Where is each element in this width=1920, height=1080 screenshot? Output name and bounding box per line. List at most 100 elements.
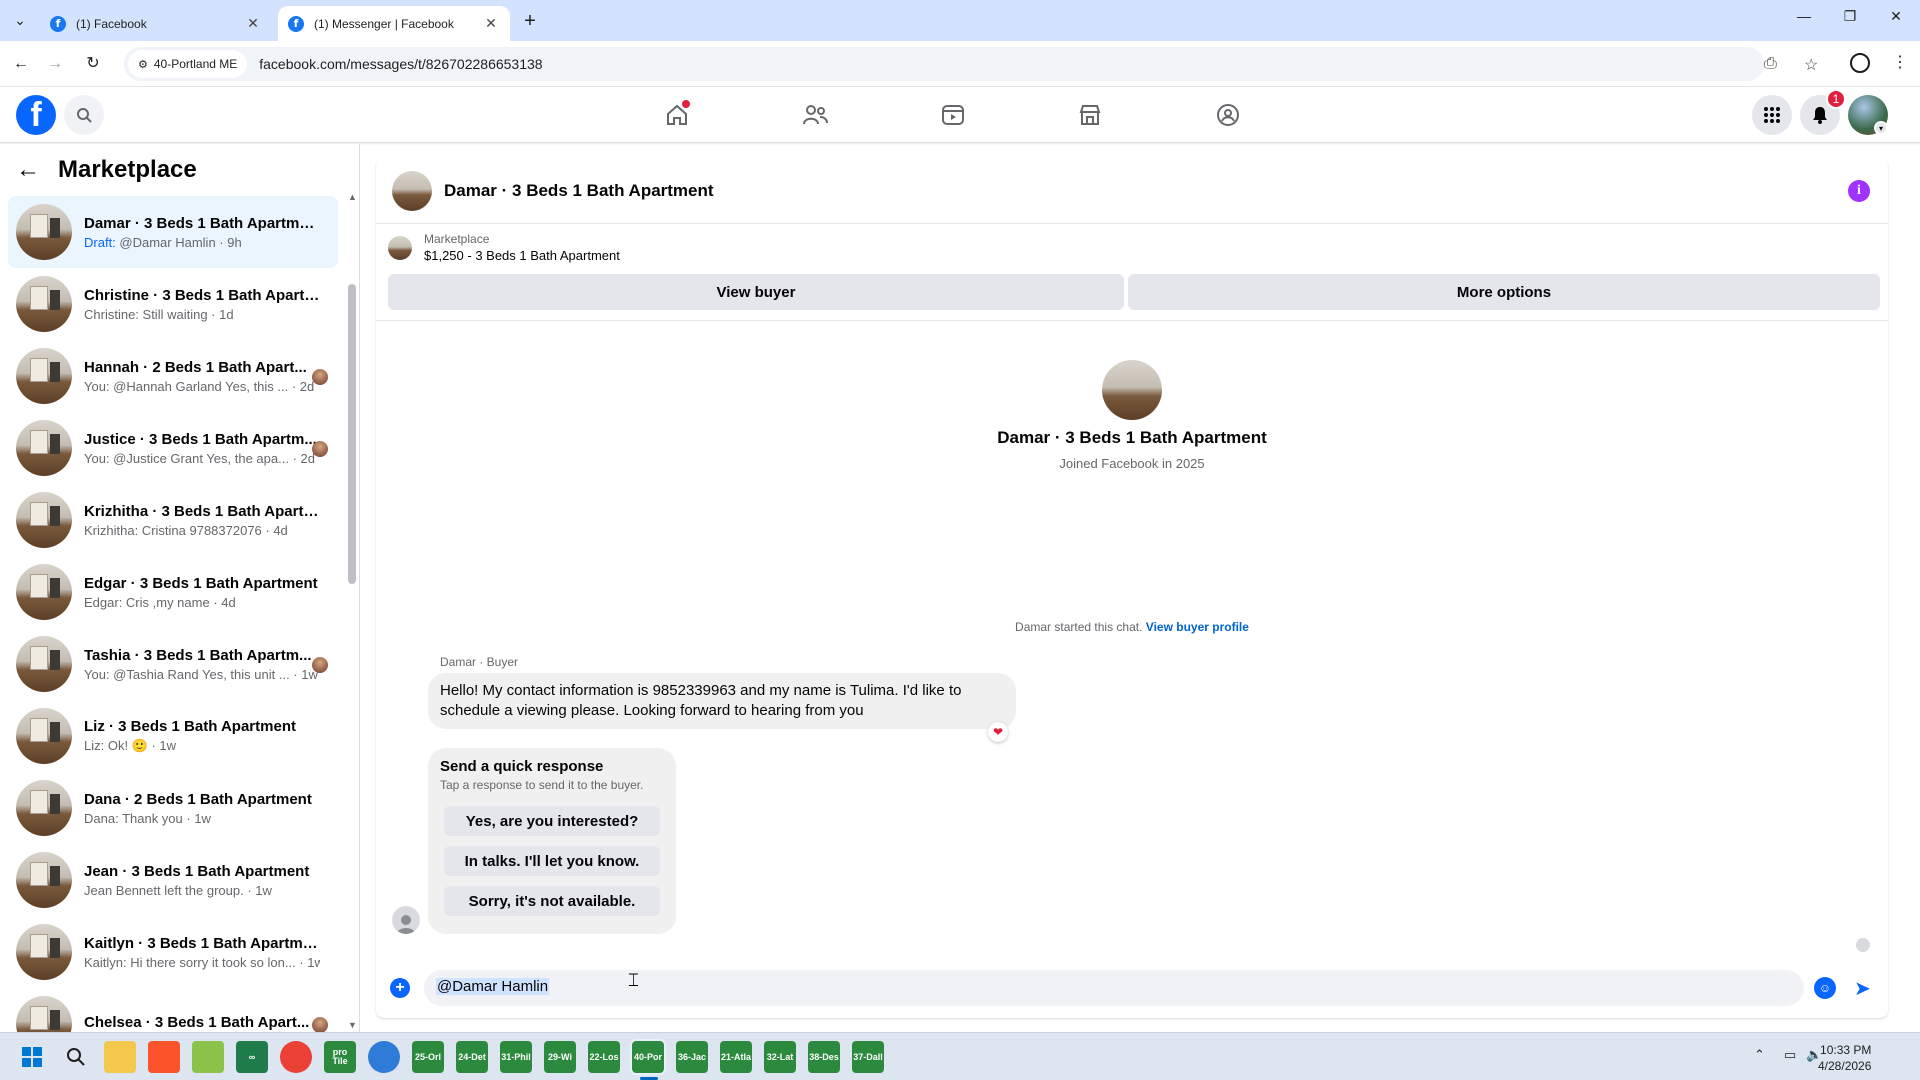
search-icon[interactable] bbox=[60, 1041, 92, 1073]
conversation-item[interactable]: Chelsea · 3 Beds 1 Bath Apart... bbox=[8, 988, 338, 1032]
friends-icon[interactable] bbox=[798, 99, 832, 131]
system-clock[interactable]: 10:33 PM 4/28/2026 bbox=[1818, 1042, 1871, 1074]
sender-label: Damar · Buyer bbox=[440, 655, 519, 669]
brave-browser-icon[interactable] bbox=[148, 1041, 180, 1073]
chrome-icon[interactable] bbox=[280, 1041, 312, 1073]
conversation-item[interactable]: Justice · 3 Beds 1 Bath Apartm... You: @… bbox=[8, 412, 338, 484]
site-info-chip[interactable]: ⚙ 40-Portland ME bbox=[128, 50, 248, 78]
taskbar-app-pro-tile[interactable]: pro Tile bbox=[324, 1041, 356, 1073]
conversation-name: Justice · 3 Beds 1 Bath Apartm... bbox=[84, 430, 317, 448]
new-tab-icon[interactable]: + bbox=[520, 10, 540, 33]
video-icon[interactable] bbox=[936, 99, 970, 131]
taskbar-window[interactable]: 21-Atla bbox=[720, 1041, 752, 1073]
install-app-icon[interactable]: ⎙ bbox=[1764, 55, 1777, 73]
infinity-app-icon[interactable]: ∞ bbox=[236, 1041, 268, 1073]
taskbar-window[interactable]: 32-Lat bbox=[764, 1041, 796, 1073]
sidebar-scrollbar[interactable] bbox=[348, 284, 356, 584]
network-icon[interactable]: ▭ bbox=[1784, 1047, 1796, 1063]
more-options-button[interactable]: More options bbox=[1128, 274, 1880, 310]
home-notification-dot bbox=[682, 100, 690, 108]
search-icon[interactable] bbox=[64, 95, 104, 135]
url-text[interactable]: facebook.com/messages/t/826702286653138 bbox=[259, 56, 542, 72]
taskbar-window-active[interactable]: 40-Por bbox=[630, 1039, 666, 1075]
taskbar-window[interactable]: 24-Det bbox=[456, 1041, 488, 1073]
circle-app-icon[interactable] bbox=[368, 1041, 400, 1073]
home-icon[interactable] bbox=[660, 99, 694, 131]
buyer-avatar[interactable] bbox=[1102, 360, 1162, 420]
taskbar-window[interactable]: 29-Wi bbox=[544, 1041, 576, 1073]
taskbar-window[interactable]: 31-Phil bbox=[500, 1041, 532, 1073]
conversation-item[interactable]: Jean · 3 Beds 1 Bath Apartment Jean Benn… bbox=[8, 844, 338, 916]
scroll-up-icon[interactable]: ▲ bbox=[348, 192, 357, 202]
quick-response-button[interactable]: Yes, are you interested? bbox=[444, 806, 660, 836]
buyer-name: Damar · 3 Beds 1 Bath Apartment bbox=[997, 428, 1267, 447]
view-buyer-profile-link[interactable]: View buyer profile bbox=[1146, 620, 1249, 634]
omnibox[interactable]: ⚙ 40-Portland ME facebook.com/messages/t… bbox=[124, 47, 1818, 81]
conversation-item[interactable]: Dana · 2 Beds 1 Bath Apartment Dana: Tha… bbox=[8, 772, 338, 844]
conversation-item[interactable]: Liz · 3 Beds 1 Bath Apartment Liz: Ok! 🙂… bbox=[8, 700, 338, 772]
conversation-item[interactable]: Christine · 3 Beds 1 Bath Apartm... Chri… bbox=[8, 268, 338, 340]
tray-chevron-up-icon[interactable]: ⌃ bbox=[1754, 1047, 1765, 1063]
send-icon[interactable]: ➤ bbox=[1854, 976, 1871, 1001]
chevron-down-icon[interactable]: ▾ bbox=[1874, 121, 1888, 135]
tab-close-icon[interactable]: ✕ bbox=[244, 15, 262, 32]
minimize-icon[interactable]: — bbox=[1792, 8, 1816, 24]
browser-tab-facebook[interactable]: f (1) Facebook ✕ bbox=[40, 6, 272, 41]
listing-thumbnail bbox=[16, 564, 72, 620]
listing-thumbnail bbox=[388, 235, 412, 260]
quick-response-button[interactable]: In talks. I'll let you know. bbox=[444, 846, 660, 876]
taskbar-window[interactable]: 37-Dall bbox=[852, 1041, 884, 1073]
notepad-icon[interactable] bbox=[192, 1041, 224, 1073]
conversation-item[interactable]: Kaitlyn · 3 Beds 1 Bath Apartment Kaitly… bbox=[8, 916, 338, 988]
listing-summary[interactable]: Marketplace $1,250 - 3 Beds 1 Bath Apart… bbox=[388, 232, 620, 263]
browser-menu-icon[interactable]: ⋮ bbox=[1892, 52, 1908, 72]
view-buyer-button[interactable]: View buyer bbox=[388, 274, 1124, 310]
taskbar-window[interactable]: 22-Los bbox=[588, 1041, 620, 1073]
chat-started-notice: Damar started this chat. View buyer prof… bbox=[376, 620, 1888, 634]
notification-count-badge: 1 bbox=[1826, 89, 1846, 109]
browser-tab-messenger[interactable]: f (1) Messenger | Facebook ✕ bbox=[278, 6, 510, 41]
taskbar-window[interactable]: 38-Des bbox=[808, 1041, 840, 1073]
browser-profile-icon[interactable] bbox=[1850, 53, 1870, 73]
groups-icon[interactable] bbox=[1211, 99, 1245, 131]
quick-response-button[interactable]: Sorry, it's not available. bbox=[444, 886, 660, 916]
back-arrow-icon[interactable]: ← bbox=[10, 53, 32, 75]
conversation-item[interactable]: Edgar · 3 Beds 1 Bath Apartment Edgar: C… bbox=[8, 556, 338, 628]
conversation-item[interactable]: Krizhitha · 3 Beds 1 Bath Apartm... Kriz… bbox=[8, 484, 338, 556]
sidebar-title: Marketplace bbox=[58, 156, 197, 183]
file-explorer-icon[interactable] bbox=[104, 1041, 136, 1073]
chat-title[interactable]: Damar · 3 Beds 1 Bath Apartment bbox=[444, 181, 714, 201]
chat-avatar[interactable] bbox=[392, 170, 432, 211]
seen-avatar bbox=[312, 657, 328, 673]
window-close-icon[interactable]: ✕ bbox=[1884, 8, 1908, 25]
facebook-logo-icon[interactable]: f bbox=[16, 95, 56, 135]
menu-grid-icon[interactable] bbox=[1752, 95, 1792, 135]
marketplace-icon[interactable] bbox=[1073, 99, 1107, 131]
heart-reaction-icon[interactable]: ❤ bbox=[988, 722, 1008, 742]
conversation-item[interactable]: Hannah · 2 Beds 1 Bath Apart... You: @Ha… bbox=[8, 340, 338, 412]
info-icon[interactable]: i bbox=[1848, 180, 1870, 202]
divider bbox=[376, 320, 1888, 321]
reload-icon[interactable]: ↻ bbox=[82, 53, 104, 75]
forward-arrow-icon[interactable]: → bbox=[44, 53, 66, 75]
tab-close-icon[interactable]: ✕ bbox=[482, 15, 500, 32]
conversation-preview: Liz: Ok! 🙂 · 1w bbox=[84, 738, 177, 753]
plus-icon[interactable]: + bbox=[390, 978, 410, 998]
taskbar-window[interactable]: 25-Orl bbox=[412, 1041, 444, 1073]
scroll-down-icon[interactable]: ▼ bbox=[348, 1020, 357, 1030]
conversation-item[interactable]: Damar · 3 Beds 1 Bath Apartment Draft: @… bbox=[8, 196, 338, 268]
back-arrow-icon[interactable]: ← bbox=[16, 156, 40, 184]
restore-icon[interactable]: ❐ bbox=[1838, 8, 1862, 25]
facebook-header: f bbox=[0, 87, 1920, 143]
incoming-message[interactable]: Hello! My contact information is 9852339… bbox=[428, 673, 1016, 729]
conversation-item[interactable]: Tashia · 3 Beds 1 Bath Apartm... You: @T… bbox=[8, 628, 338, 700]
site-settings-icon: ⚙ bbox=[138, 58, 148, 71]
tab-title: (1) Facebook bbox=[76, 16, 147, 31]
windows-start-icon[interactable] bbox=[16, 1041, 48, 1073]
conversation-preview: Edgar: Cris ,my name · 4d bbox=[84, 594, 236, 610]
taskbar-window[interactable]: 36-Jac bbox=[676, 1041, 708, 1073]
emoji-icon[interactable]: ☺ bbox=[1814, 977, 1836, 999]
conversation-preview: Dana: Thank you · 1w bbox=[84, 810, 211, 826]
tab-search-chevron-icon[interactable]: ⌄ bbox=[8, 8, 32, 32]
bookmark-star-icon[interactable]: ☆ bbox=[1804, 55, 1818, 75]
